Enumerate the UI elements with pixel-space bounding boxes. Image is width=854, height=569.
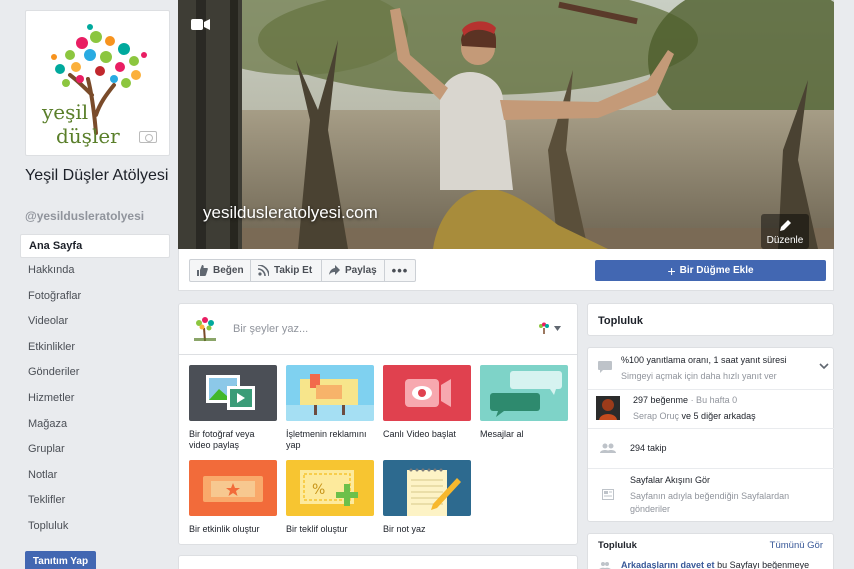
likes-row[interactable]: 297 beğenme · Bu hafta 0 Serap Oruç ve 5… (588, 390, 835, 429)
page-mini-logo-icon (539, 322, 549, 334)
create-offer-label: Bir teklif oluştur (286, 524, 348, 534)
see-all-link[interactable]: Tümünü Gör (770, 540, 823, 551)
post-as-selector[interactable] (538, 322, 561, 334)
nav-item-offers[interactable]: Teklifler (20, 488, 170, 514)
live-video-label: Canlı Video başlat (383, 429, 456, 439)
edit-cover-label: Düzenle (766, 235, 804, 246)
post-composer: Bir şeyler yaz... Bir fotoğraf veya vide… (178, 303, 578, 545)
coupon-icon: % (300, 470, 358, 506)
message-icon (598, 361, 612, 373)
more-options-button[interactable]: ••• (384, 259, 416, 282)
followers-row[interactable]: 294 takip (588, 429, 835, 469)
invite-rest-text: bu Sayfayı beğenmeye (717, 560, 810, 569)
feed-card (178, 555, 578, 569)
get-messages-tile[interactable]: Mesajlar al (480, 365, 568, 440)
nav-item-events[interactable]: Etkinlikler (20, 335, 170, 361)
liked-by-friend[interactable]: Serap Oruç (633, 411, 679, 421)
pages-feed-subtext: Sayfanın adıyla beğendiğin Sayfalardan g… (630, 491, 790, 514)
get-messages-label: Mesajlar al (480, 429, 524, 439)
response-rate-text: %100 yanıtlama oranı, 1 saat yanıt süres… (621, 355, 787, 365)
page-avatar (194, 317, 216, 342)
write-note-label: Bir not yaz (383, 524, 426, 534)
write-note-tile[interactable]: Bir not yaz (383, 460, 471, 535)
message-bubbles-icon (490, 371, 562, 417)
logo-text-yesil: yeşil (41, 100, 88, 124)
promote-business-label: İşletmenin reklamını yap (286, 429, 367, 450)
liked-by-rest[interactable]: ve 5 diğer arkadaş (682, 411, 756, 421)
live-camera-icon (405, 379, 451, 407)
community-title: Topluluk (598, 315, 644, 327)
edit-cover-button[interactable]: Düzenle (761, 214, 809, 249)
promote-business-tile[interactable]: İşletmenin reklamını yap (286, 365, 374, 451)
rss-icon (258, 265, 269, 276)
liked-by-line: Serap Oruç ve 5 diğer arkadaş (633, 410, 756, 423)
svg-text:%: % (312, 482, 325, 498)
camera-icon[interactable] (139, 131, 157, 143)
likes-count: 297 beğenme (633, 395, 689, 405)
create-event-label: Bir etkinlik oluştur (189, 524, 260, 534)
response-rate-subtext: Simgeyi açmak için daha hızlı yanıt ver (621, 371, 777, 381)
ticket-icon (203, 476, 263, 502)
nav-item-services[interactable]: Hizmetler (20, 386, 170, 412)
invite-friends-link[interactable]: Arkadaşlarını davet et (621, 560, 715, 569)
nav-item-home[interactable]: Ana Sayfa (20, 234, 170, 258)
logo-text-dusler: düşler (56, 124, 120, 148)
live-video-tile[interactable]: Canlı Video başlat (383, 365, 471, 440)
followers-count: 294 takip (630, 443, 667, 453)
cover-watermark-text: yesildusleratolyesi.com (203, 203, 378, 222)
friend-avatar (596, 396, 620, 420)
chevron-down-icon (554, 325, 561, 331)
cover-photo[interactable]: yesildusleratolyesi.com Düzenle (178, 0, 834, 249)
promote-button[interactable]: Tanıtım Yap (25, 551, 96, 569)
chevron-down-icon[interactable] (819, 363, 829, 370)
nav-item-about[interactable]: Hakkında (20, 258, 170, 284)
like-button[interactable]: Beğen (189, 259, 251, 282)
add-button-cta[interactable]: + Bir Düğme Ekle (595, 260, 826, 281)
community-stats-card: %100 yanıtlama oranı, 1 saat yanıt süres… (587, 347, 835, 522)
page-username[interactable]: @yesildusleratolyesi (25, 209, 144, 223)
photo-video-label: Bir fotoğraf veya video paylaş (189, 429, 255, 450)
notepad-icon (407, 468, 461, 516)
page-title[interactable]: Yeşil Düşler Atölyesi (25, 166, 170, 186)
like-label: Beğen (213, 265, 244, 276)
plus-icon: + (667, 262, 676, 279)
nav-item-posts[interactable]: Gönderiler (20, 360, 170, 386)
invite-friends-line: Arkadaşlarını davet et bu Sayfayı beğenm… (621, 560, 809, 569)
community-header-card: Topluluk (587, 303, 834, 336)
people-icon (599, 562, 611, 569)
likes-this-week: · Bu hafta 0 (690, 395, 738, 405)
follow-button[interactable]: Takip Et (250, 259, 322, 282)
video-camera-icon (191, 19, 210, 30)
nav-item-community[interactable]: Topluluk (20, 514, 170, 540)
pages-feed-title: Sayfalar Akışını Gör (630, 475, 711, 485)
profile-picture[interactable]: yeşil düşler (25, 10, 170, 156)
create-event-tile[interactable]: Bir etkinlik oluştur (189, 460, 277, 535)
likes-count-line: 297 beğenme · Bu hafta 0 (633, 394, 737, 407)
composer-input[interactable]: Bir şeyler yaz... (233, 323, 308, 335)
nav-item-notes[interactable]: Notlar (20, 463, 170, 489)
community-friends-card: Topluluk Tümünü Gör Arkadaşlarını davet … (587, 533, 834, 569)
billboard-icon (286, 374, 374, 421)
share-arrow-icon (329, 265, 340, 275)
thumbs-up-icon (197, 265, 208, 276)
page-action-bar: Beğen Takip Et Paylaş ••• + Bir Düğme Ek… (178, 249, 834, 291)
photo-video-tile[interactable]: Bir fotoğraf veya video paylaş (189, 365, 277, 451)
pages-feed-row[interactable]: Sayfalar Akışını Gör Sayfanın adıyla beğ… (588, 469, 835, 522)
people-icon (600, 443, 616, 453)
news-feed-icon (602, 489, 614, 500)
add-button-label: Bir Düğme Ekle (679, 265, 754, 276)
community-friends-title: Topluluk (598, 540, 637, 551)
left-navigation: Ana Sayfa Hakkında Fotoğraflar Videolar … (20, 234, 170, 540)
create-offer-tile[interactable]: % Bir teklif oluştur (286, 460, 374, 535)
share-label: Paylaş (345, 265, 377, 276)
nav-item-photos[interactable]: Fotoğraflar (20, 284, 170, 310)
follow-label: Takip Et (274, 265, 313, 276)
photo-video-icon (206, 375, 255, 410)
response-rate-row[interactable]: %100 yanıtlama oranı, 1 saat yanıt süres… (588, 348, 835, 390)
nav-item-groups[interactable]: Gruplar (20, 437, 170, 463)
nav-item-videos[interactable]: Videolar (20, 309, 170, 335)
pencil-icon (780, 220, 791, 231)
nav-item-shop[interactable]: Mağaza (20, 412, 170, 438)
